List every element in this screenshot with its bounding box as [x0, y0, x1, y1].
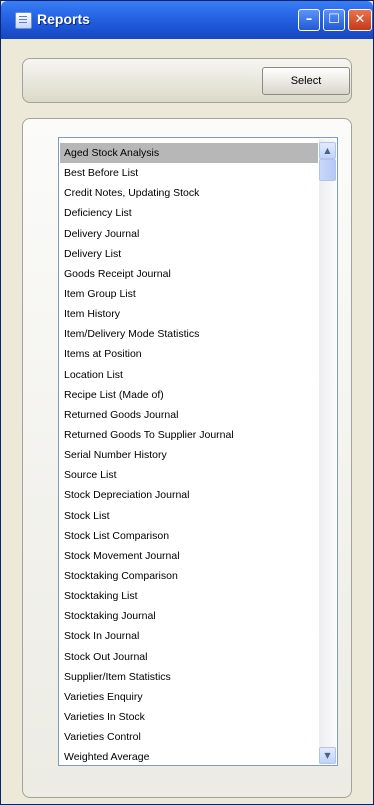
close-button[interactable]: ✕	[348, 9, 372, 31]
report-window-icon	[15, 12, 32, 29]
minimize-icon: –	[305, 12, 313, 27]
list-item[interactable]: Serial Number History	[60, 445, 318, 465]
close-icon: ✕	[354, 12, 366, 27]
maximize-button[interactable]: ☐	[323, 9, 345, 31]
list-item[interactable]: Stocktaking Journal	[60, 606, 318, 626]
list-item[interactable]: Stock Depreciation Journal	[60, 485, 318, 505]
list-item[interactable]: Deficiency List	[60, 203, 318, 223]
list-item[interactable]: Weighted Average	[60, 747, 318, 767]
list-item[interactable]: Stocktaking Comparison	[60, 566, 318, 586]
button-bar: Select	[22, 58, 352, 103]
window-title: Reports	[37, 11, 90, 27]
list-item[interactable]: Item Group List	[60, 284, 318, 304]
list-item[interactable]: Best Before List	[60, 163, 318, 183]
list-item[interactable]: Stock List Comparison	[60, 526, 318, 546]
list-item[interactable]: Stock Movement Journal	[60, 546, 318, 566]
list-item[interactable]: Items at Position	[60, 344, 318, 364]
list-item[interactable]: Delivery List	[60, 244, 318, 264]
list-item[interactable]: Goods Receipt Journal	[60, 264, 318, 284]
list-item[interactable]: Delivery Journal	[60, 224, 318, 244]
reports-window: Reports – ☐ ✕ Select Aged Stock Analysis…	[0, 0, 374, 805]
scrollbar-thumb[interactable]	[319, 159, 336, 181]
list-item[interactable]: Aged Stock Analysis	[60, 143, 318, 164]
list-item[interactable]: Item History	[60, 304, 318, 324]
select-button[interactable]: Select	[262, 67, 350, 95]
list-item[interactable]: Item/Delivery Mode Statistics	[60, 324, 318, 344]
list-item[interactable]: Varieties In Stock	[60, 707, 318, 727]
list-item[interactable]: Source List	[60, 465, 318, 485]
list-item[interactable]: Varieties Enquiry	[60, 687, 318, 707]
list-item[interactable]: Stock In Journal	[60, 626, 318, 646]
list-item[interactable]: Location List	[60, 365, 318, 385]
list-item[interactable]: Returned Goods Journal	[60, 405, 318, 425]
list-item[interactable]: Supplier/Item Statistics	[60, 667, 318, 687]
list-item[interactable]: Stocktaking List	[60, 586, 318, 606]
scroll-up-button[interactable]: ▲	[319, 142, 336, 159]
chevron-up-icon: ▲	[324, 146, 331, 155]
list-item[interactable]: Varieties Control	[60, 727, 318, 747]
list-item[interactable]: Returned Goods To Supplier Journal	[60, 425, 318, 445]
chevron-down-icon: ▼	[324, 751, 331, 760]
vertical-scrollbar[interactable]: ▲ ▼	[319, 139, 336, 764]
maximize-icon: ☐	[328, 12, 340, 27]
scroll-down-button[interactable]: ▼	[319, 747, 336, 764]
list-item[interactable]: Credit Notes, Updating Stock	[60, 183, 318, 203]
report-list: Aged Stock Analysis Best Before List Credi…	[60, 143, 318, 767]
report-list-panel: Aged Stock Analysis Best Before List Credi…	[22, 118, 352, 798]
list-item[interactable]: Stock List	[60, 506, 318, 526]
list-item[interactable]: Recipe List (Made of)	[60, 385, 318, 405]
report-listbox[interactable]: Aged Stock Analysis Best Before List Credi…	[58, 137, 338, 766]
list-item[interactable]: Stock Out Journal	[60, 647, 318, 667]
title-bar[interactable]: Reports – ☐ ✕	[1, 1, 373, 39]
minimize-button[interactable]: –	[298, 9, 320, 31]
